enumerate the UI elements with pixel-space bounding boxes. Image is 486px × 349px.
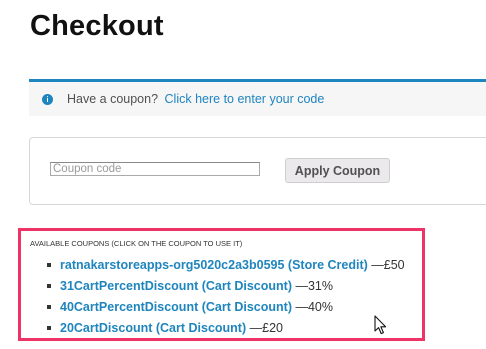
coupon-amount: —40% [295, 300, 334, 314]
show-coupon-link[interactable]: Click here to enter your code [165, 92, 325, 106]
mouse-pointer-icon [374, 315, 387, 335]
coupon-item: ratnakarstoreapps-org5020c2a3b0595 (Stor… [21, 257, 405, 278]
coupon-notice: Have a coupon? Click here to enter your … [29, 79, 486, 116]
available-coupons-panel: Available Coupons (click on the coupon t… [18, 228, 425, 341]
coupon-link[interactable]: ratnakarstoreapps-org5020c2a3b0595 (Stor… [60, 258, 368, 272]
page-title: Checkout [30, 10, 164, 42]
available-coupons-list: ratnakarstoreapps-org5020c2a3b0595 (Stor… [21, 257, 405, 341]
bullet-icon [47, 284, 51, 288]
available-coupons-heading: Available Coupons (click on the coupon t… [30, 239, 243, 248]
coupon-form: Apply Coupon [29, 137, 486, 205]
coupon-link[interactable]: 20CartDiscount (Cart Discount) [60, 321, 246, 335]
coupon-link[interactable]: 31CartPercentDiscount (Cart Discount) [60, 279, 292, 293]
info-icon [42, 93, 53, 105]
bullet-icon [47, 305, 51, 309]
coupon-item: 20CartDiscount (Cart Discount) —£20 [21, 320, 405, 341]
apply-coupon-button[interactable]: Apply Coupon [285, 158, 390, 183]
bullet-icon [47, 263, 51, 267]
coupon-item: 31CartPercentDiscount (Cart Discount) —3… [21, 278, 405, 299]
coupon-amount: —£50 [371, 258, 405, 272]
coupon-amount: —£20 [249, 321, 283, 335]
coupon-amount: —31% [295, 279, 334, 293]
coupon-link[interactable]: 40CartPercentDiscount (Cart Discount) [60, 300, 292, 314]
coupon-item: 40CartPercentDiscount (Cart Discount) —4… [21, 299, 405, 320]
coupon-notice-text: Have a coupon? Click here to enter your … [67, 92, 324, 106]
bullet-icon [47, 326, 51, 330]
coupon-code-input[interactable] [50, 162, 260, 176]
coupon-notice-prompt: Have a coupon? [67, 92, 159, 106]
